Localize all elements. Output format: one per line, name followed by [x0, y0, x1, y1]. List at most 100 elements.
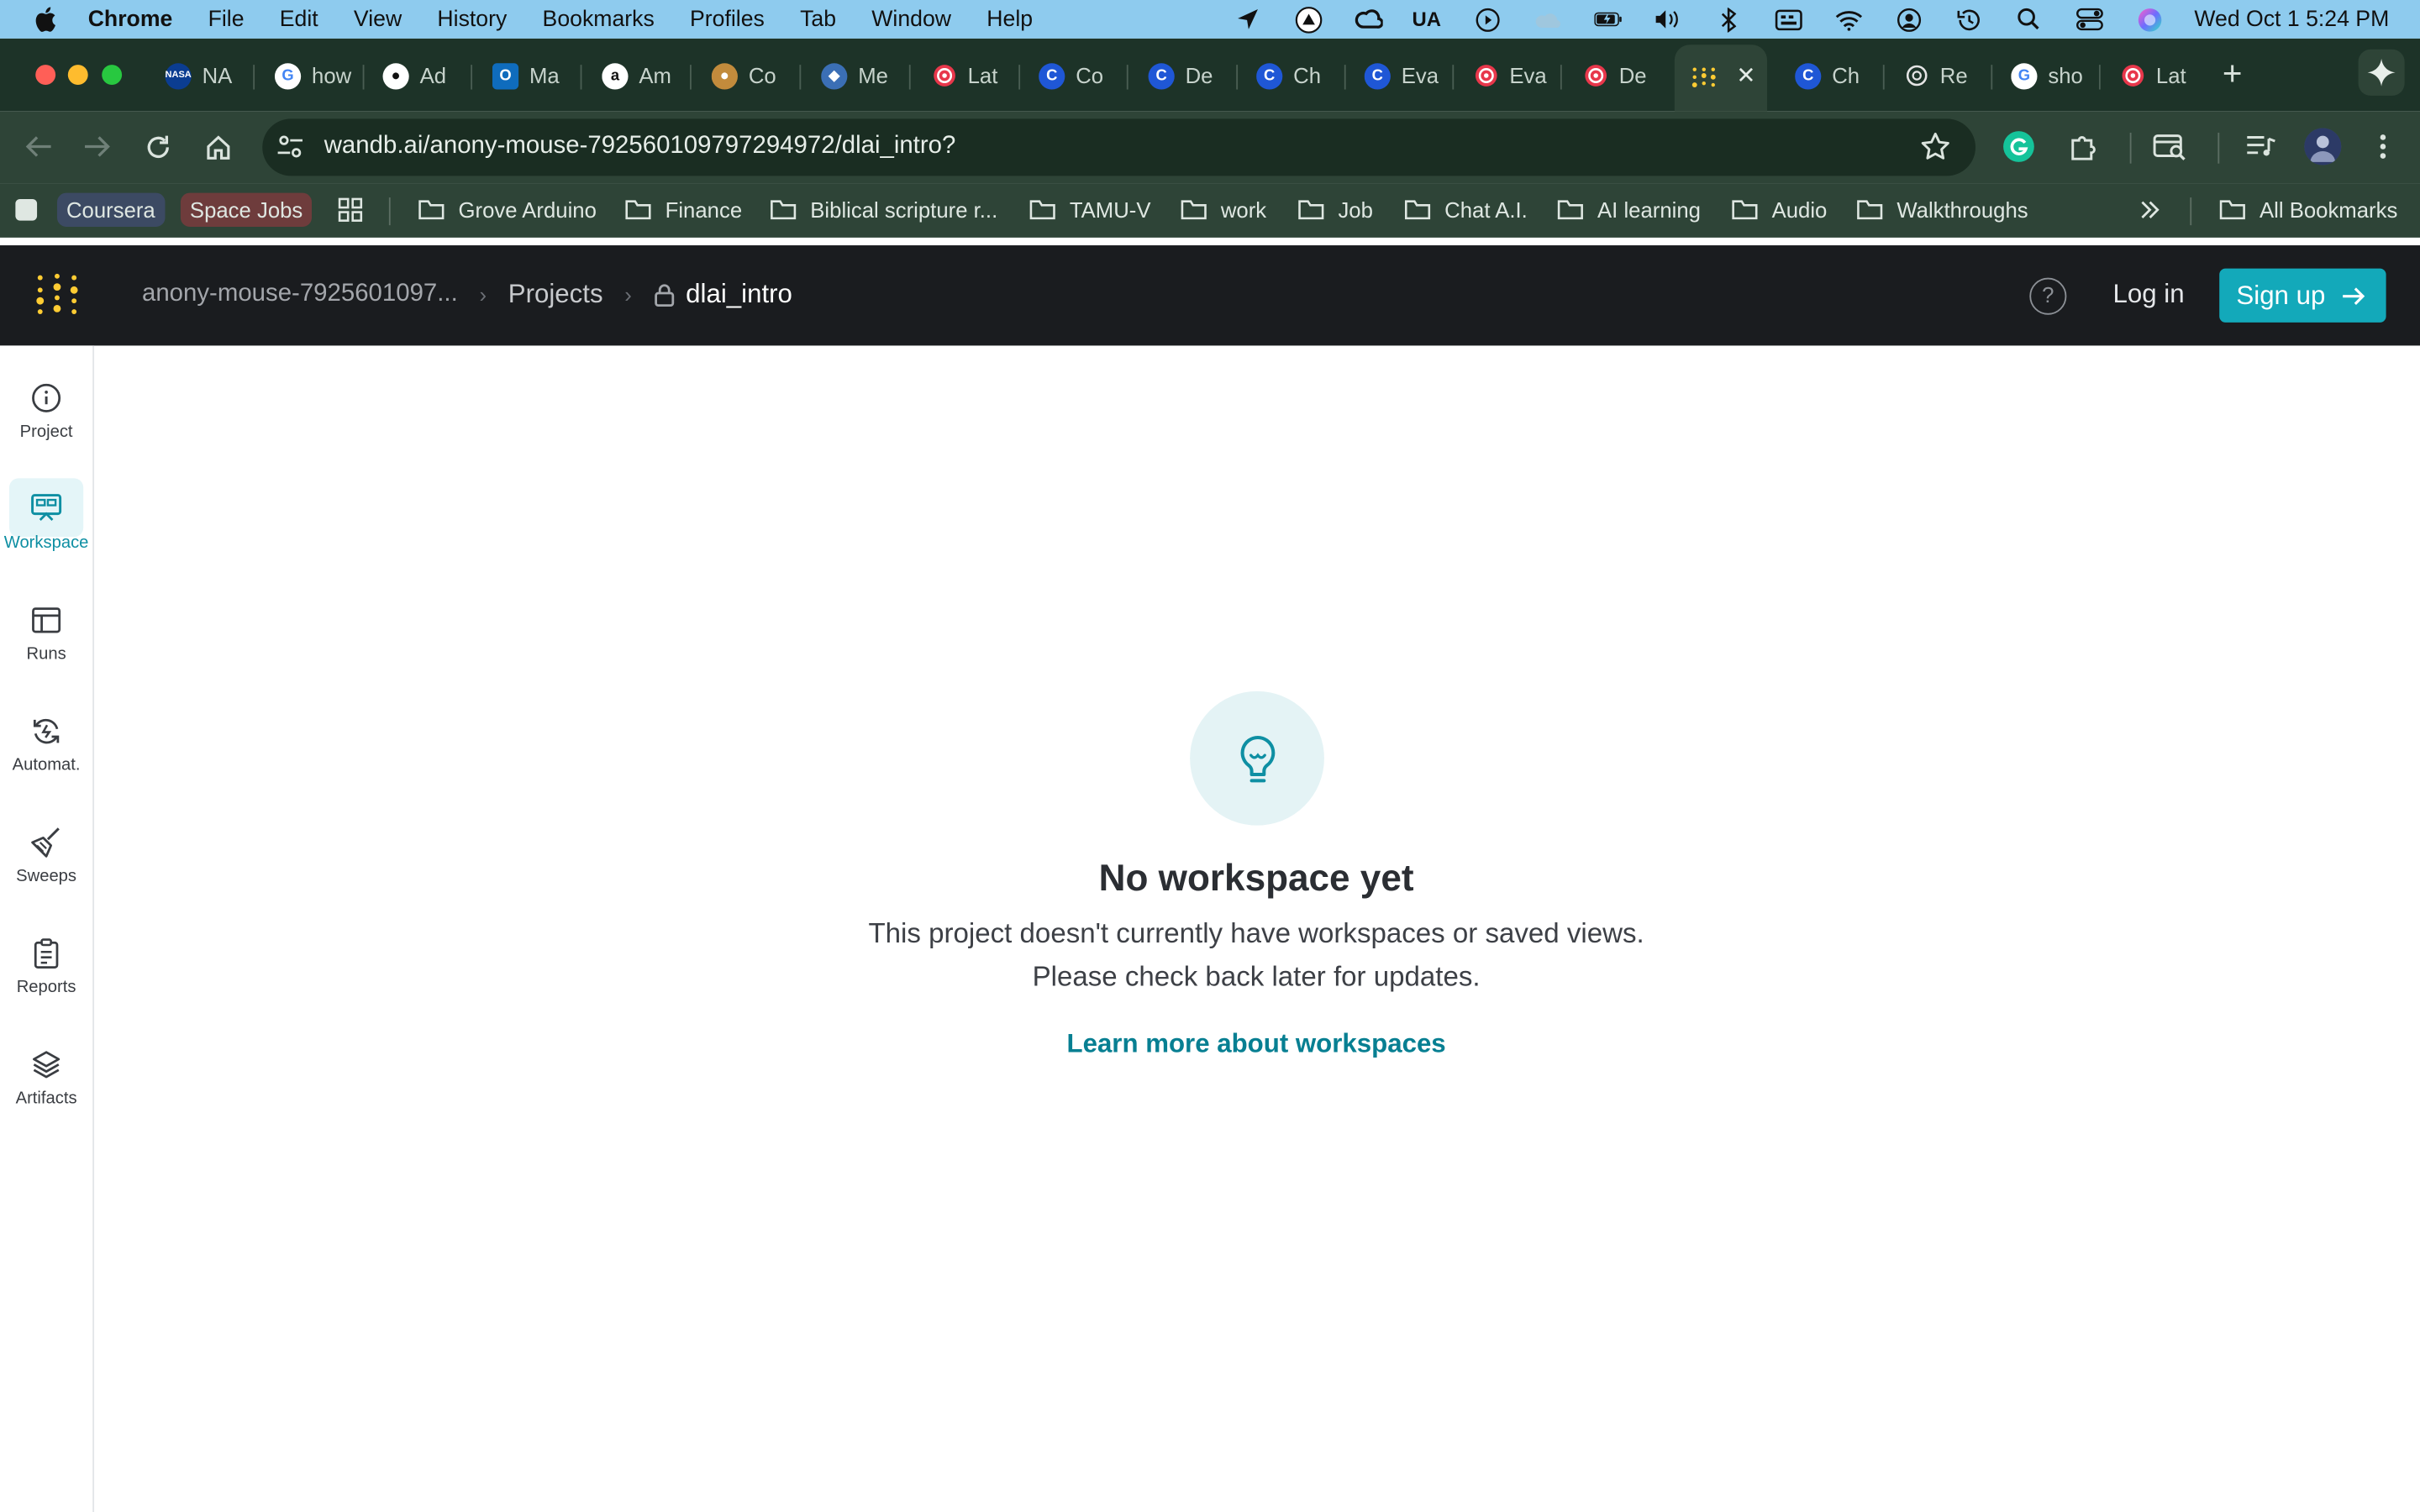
back-arrow-icon[interactable]	[22, 129, 55, 163]
keyboard-layout-indicator[interactable]: UA	[1413, 8, 1441, 31]
bookmark-space-jobs[interactable]: Space Jobs	[180, 192, 313, 228]
browser-tab[interactable]: C Co	[1039, 54, 1119, 97]
browser-tab[interactable]: Gsho	[2011, 54, 2091, 97]
menu-help[interactable]: Help	[986, 7, 1033, 31]
user-account-icon[interactable]	[1895, 7, 1923, 32]
menu-bookmarks[interactable]: Bookmarks	[543, 7, 655, 31]
browser-tab[interactable]: ● Ad	[382, 54, 464, 97]
browser-tab[interactable]: NASA NA	[165, 54, 246, 97]
tab-search-icon[interactable]	[2153, 129, 2186, 163]
bookmark-coursera[interactable]: Coursera	[56, 192, 165, 228]
browser-tab[interactable]: Re	[1903, 54, 1984, 97]
breadcrumb-project[interactable]: dlai_intro	[654, 279, 792, 310]
signup-button[interactable]: Sign up	[2219, 268, 2386, 323]
wandb-logo-icon[interactable]	[34, 271, 80, 318]
menu-tab[interactable]: Tab	[800, 7, 836, 31]
bookmark-folder-label: Job	[1338, 197, 1373, 223]
reload-icon[interactable]	[140, 129, 174, 163]
menu-history[interactable]: History	[437, 7, 507, 31]
bookmark-folder-label: Chat A.I.	[1444, 197, 1528, 223]
apps-grid-icon[interactable]	[338, 194, 363, 225]
app-status-icon[interactable]	[1295, 6, 1323, 33]
help-icon[interactable]: ?	[2029, 277, 2067, 315]
bookmark-folder[interactable]: Grove Arduino	[418, 194, 597, 225]
menubar-clock[interactable]: Wed Oct 1 5:24 PM	[2194, 7, 2389, 31]
nav-item-sweeps[interactable]: Sweeps	[0, 824, 92, 916]
play-circle-icon[interactable]	[1474, 7, 1502, 32]
browser-tab[interactable]: C Ch	[1795, 54, 1876, 97]
search-icon[interactable]	[2015, 7, 2043, 31]
bookmark-folder[interactable]: Audio	[1732, 194, 1827, 225]
more-vertical-icon[interactable]	[2366, 129, 2400, 163]
menu-view[interactable]: View	[354, 7, 402, 31]
bookmark-folder[interactable]: AI learning	[1557, 194, 1701, 225]
browser-tab[interactable]: C De	[1148, 54, 1229, 97]
browser-tab[interactable]: Lat	[2119, 54, 2200, 97]
browser-tab[interactable]: C Eva	[1364, 54, 1445, 97]
tab-separator	[471, 65, 473, 90]
nav-item-project[interactable]: Project	[0, 380, 92, 472]
extensions-puzzle-icon[interactable]	[2065, 129, 2099, 163]
battery-icon[interactable]	[1593, 7, 1622, 31]
bookmark-star-icon[interactable]	[1920, 131, 1951, 170]
browser-tab[interactable]: ● Co	[711, 54, 792, 97]
new-tab-button[interactable]: +	[2223, 54, 2243, 94]
menu-profiles[interactable]: Profiles	[690, 7, 765, 31]
profile-avatar[interactable]	[2304, 128, 2342, 165]
menu-edit[interactable]: Edit	[280, 7, 318, 31]
browser-tab[interactable]: De	[1582, 54, 1663, 97]
bookmark-folder[interactable]: work	[1181, 194, 1266, 225]
apple-icon[interactable]	[33, 6, 57, 32]
zoom-window-button[interactable]	[102, 65, 123, 86]
browser-tab[interactable]: ◆ Me	[821, 54, 902, 97]
keyboard-icon[interactable]	[1775, 7, 1802, 31]
bookmark-folder[interactable]: Biblical scripture r...	[771, 194, 997, 225]
forward-arrow-icon[interactable]	[81, 129, 114, 163]
siri-icon[interactable]	[2136, 7, 2164, 31]
menu-file[interactable]: File	[208, 7, 245, 31]
time-machine-icon[interactable]	[1955, 7, 1983, 31]
cloud-icon[interactable]	[1534, 7, 1561, 31]
breadcrumb-entity[interactable]: anony-mouse-7925601097...	[142, 281, 458, 308]
bookmark-app-icon[interactable]	[15, 198, 38, 221]
bookmark-folder[interactable]: Walkthroughs	[1857, 194, 2028, 225]
gemini-sparkle-icon[interactable]	[2358, 49, 2405, 96]
menu-window[interactable]: Window	[871, 7, 951, 31]
browser-tab[interactable]: C Ch	[1256, 54, 1337, 97]
browser-tab[interactable]: Eva	[1472, 54, 1553, 97]
close-tab-icon[interactable]: ✕	[1736, 61, 1755, 89]
bookmark-folder[interactable]: Job	[1298, 194, 1373, 225]
browser-tab[interactable]: Lat	[931, 54, 1012, 97]
browser-tab[interactable]: a Am	[602, 54, 682, 97]
location-arrow-icon[interactable]	[1234, 7, 1262, 31]
site-settings-icon[interactable]	[275, 131, 306, 162]
nav-item-automations[interactable]: Automat.	[0, 713, 92, 806]
menu-app-name[interactable]: Chrome	[88, 7, 173, 31]
bookmark-folder[interactable]: Chat A.I.	[1404, 194, 1528, 225]
grammarly-icon[interactable]	[2002, 129, 2035, 163]
bluetooth-icon[interactable]	[1714, 7, 1742, 32]
breadcrumb-projects[interactable]: Projects	[508, 279, 603, 310]
nav-item-reports[interactable]: Reports	[0, 935, 92, 1027]
home-icon[interactable]	[201, 129, 234, 163]
media-controls-icon[interactable]	[2244, 129, 2278, 163]
address-bar[interactable]: wandb.ai/anony-mouse-792560109797294972/…	[262, 118, 1976, 176]
wifi-icon[interactable]	[1834, 7, 1862, 31]
volume-icon[interactable]	[1654, 7, 1681, 31]
learn-more-link-text[interactable]: Learn more about workspaces	[1066, 1029, 1445, 1058]
creative-cloud-icon[interactable]	[1355, 7, 1383, 31]
nav-item-runs[interactable]: Runs	[0, 601, 92, 694]
all-bookmarks[interactable]: All Bookmarks	[2219, 194, 2397, 225]
url-text[interactable]: wandb.ai/anony-mouse-792560109797294972/…	[324, 133, 956, 160]
nav-item-workspace[interactable]: Workspace	[0, 478, 92, 583]
browser-tab[interactable]: Ghow	[274, 54, 355, 97]
chevron-double-right-icon[interactable]	[2139, 194, 2161, 225]
bookmark-folder[interactable]: TAMU-V	[1029, 194, 1151, 225]
close-window-button[interactable]	[35, 65, 56, 86]
bookmark-folder[interactable]: Finance	[625, 194, 742, 225]
control-center-icon[interactable]	[2075, 7, 2103, 31]
minimize-window-button[interactable]	[67, 65, 88, 86]
browser-tab[interactable]: O Ma	[492, 54, 573, 97]
nav-item-artifacts[interactable]: Artifacts	[0, 1046, 92, 1138]
login-button[interactable]: Log in	[2112, 279, 2184, 310]
